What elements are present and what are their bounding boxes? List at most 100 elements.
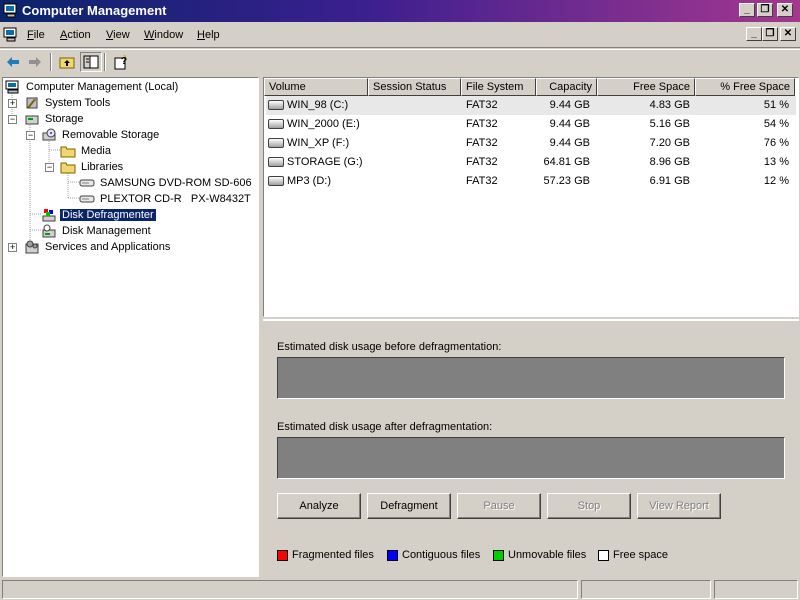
pause-button[interactable]: Pause xyxy=(457,493,541,519)
table-row[interactable]: WIN_XP (F:) FAT32 9.44 GB 7.20 GB 76 % xyxy=(266,134,796,153)
before-label: Estimated disk usage before defragmentat… xyxy=(277,341,502,353)
table-row[interactable]: WIN_2000 (E:) FAT32 9.44 GB 5.16 GB 54 % xyxy=(266,115,796,134)
console-tree-icon xyxy=(83,55,99,69)
mdi-close-button[interactable]: ✕ xyxy=(780,27,796,41)
help-icon: ? xyxy=(114,54,127,70)
tree-node-storage[interactable]: Storage xyxy=(24,111,86,127)
status-panel xyxy=(581,580,711,599)
tree-label: Libraries xyxy=(81,161,124,173)
show-hide-console-tree-button[interactable] xyxy=(80,52,102,72)
legend-label: Fragmented files xyxy=(292,549,374,561)
pct-cell: 51 % xyxy=(763,99,789,111)
after-usage-bar xyxy=(277,437,785,479)
legend-free: Free space xyxy=(598,549,668,561)
column-header-capacity[interactable]: Capacity xyxy=(536,78,597,96)
forward-button[interactable] xyxy=(24,52,46,72)
volume-name: WIN_2000 (E:) xyxy=(287,118,360,130)
volume-name: WIN_98 (C:) xyxy=(287,99,349,111)
tree-node-cdr-drive[interactable]: PLEXTOR CD-R PX-W8432T xyxy=(79,191,253,207)
mdi-minimize-button[interactable]: _ xyxy=(746,27,762,41)
column-header-free-space[interactable]: Free Space xyxy=(597,78,695,96)
tree-label: Media xyxy=(81,145,111,157)
legend-fragmented: Fragmented files xyxy=(277,549,374,561)
status-bar xyxy=(0,579,800,600)
tree-node-media[interactable]: Media xyxy=(60,143,113,159)
legend-label: Unmovable files xyxy=(508,549,587,561)
defragment-button[interactable]: Defragment xyxy=(367,493,451,519)
close-button[interactable]: ✕ xyxy=(777,3,793,17)
tree-node-libraries[interactable]: Libraries xyxy=(60,159,125,175)
toolbar-separator xyxy=(50,53,52,71)
tree-node-system-tools[interactable]: System Tools xyxy=(24,95,112,111)
svg-text:?: ? xyxy=(121,56,127,67)
free-cell: 6.91 GB xyxy=(649,175,690,187)
tree-label: PLEXTOR CD-R PX-W8432T xyxy=(100,193,251,205)
hard-drive-icon xyxy=(268,138,284,149)
table-row[interactable]: WIN_98 (C:) FAT32 9.44 GB 4.83 GB 51 % xyxy=(266,96,796,115)
tree-node-disk-defragmenter[interactable]: Disk Defragmenter xyxy=(41,207,157,223)
defragmenter-panel: Estimated disk usage before defragmentat… xyxy=(263,319,799,577)
volume-cell: WIN_XP (F:) xyxy=(268,137,349,149)
mdi-restore-button[interactable]: ❐ xyxy=(762,27,778,41)
back-button[interactable] xyxy=(2,52,24,72)
tree-node-removable-storage[interactable]: Removable Storage xyxy=(41,127,161,143)
restore-button[interactable]: ❐ xyxy=(757,3,773,17)
column-header-percent-free[interactable]: % Free Space xyxy=(695,78,795,96)
system-tools-icon xyxy=(26,97,38,109)
tree-node-services[interactable]: Services and Applications xyxy=(24,239,172,255)
computer-management-icon xyxy=(3,3,17,18)
expand-toggle[interactable]: + xyxy=(8,243,17,252)
tree-node-dvd-drive[interactable]: SAMSUNG DVD-ROM SD-606 xyxy=(79,175,254,191)
view-report-button[interactable]: View Report xyxy=(637,493,721,519)
forward-arrow-icon xyxy=(29,57,41,67)
mdi-child-icon[interactable] xyxy=(3,27,19,42)
capacity-cell: 9.44 GB xyxy=(549,118,590,130)
collapse-toggle[interactable]: − xyxy=(26,131,35,140)
menu-view[interactable]: View xyxy=(106,29,130,41)
volume-list[interactable]: Volume Session Status File System Capaci… xyxy=(263,77,799,317)
volume-cell: STORAGE (G:) xyxy=(268,156,363,168)
column-header-volume[interactable]: Volume xyxy=(264,78,368,96)
collapse-toggle[interactable]: − xyxy=(45,163,54,172)
tree-node-disk-management[interactable]: Disk Management xyxy=(41,223,153,239)
volume-name: MP3 (D:) xyxy=(287,175,331,187)
pct-cell: 13 % xyxy=(763,156,789,168)
computer-icon xyxy=(5,80,19,94)
free-cell: 5.16 GB xyxy=(649,118,690,130)
help-button[interactable]: ? xyxy=(110,52,132,72)
menu-action[interactable]: Action xyxy=(60,29,91,41)
legend-label: Free space xyxy=(613,549,669,561)
free-swatch xyxy=(598,549,609,561)
volume-cell: WIN_2000 (E:) xyxy=(268,118,360,130)
menu-file[interactable]: File xyxy=(27,29,45,41)
column-header-file-system[interactable]: File System xyxy=(461,78,536,96)
fs-cell: FAT32 xyxy=(466,156,498,168)
stop-button[interactable]: Stop xyxy=(547,493,631,519)
tree-label: Disk Defragmenter xyxy=(59,208,157,222)
services-icon xyxy=(25,240,39,254)
minimize-button[interactable]: _ xyxy=(739,3,755,17)
table-row[interactable]: STORAGE (G:) FAT32 64.81 GB 8.96 GB 13 % xyxy=(266,153,796,172)
table-row[interactable]: MP3 (D:) FAT32 57.23 GB 6.91 GB 12 % xyxy=(266,172,796,191)
analyze-button[interactable]: Analyze xyxy=(277,493,361,519)
menu-window[interactable]: Window xyxy=(144,29,183,41)
free-cell: 8.96 GB xyxy=(649,156,690,168)
volume-name: WIN_XP (F:) xyxy=(287,137,350,149)
up-one-level-button[interactable] xyxy=(56,52,78,72)
status-panel xyxy=(2,580,578,599)
capacity-cell: 64.81 GB xyxy=(543,156,590,168)
capacity-cell: 57.23 GB xyxy=(543,175,590,187)
menu-help[interactable]: Help xyxy=(197,29,220,41)
disk-management-icon xyxy=(42,224,56,238)
console-tree[interactable]: Computer Management (Local) + System Too… xyxy=(2,77,259,577)
tree-node-root[interactable]: Computer Management (Local) xyxy=(5,79,180,95)
collapse-toggle[interactable]: − xyxy=(8,115,17,124)
hard-drive-icon xyxy=(268,157,284,168)
column-header-session-status[interactable]: Session Status xyxy=(368,78,461,96)
title-bar[interactable]: Computer Management _ ❐ ✕ xyxy=(0,0,800,22)
fs-cell: FAT32 xyxy=(466,99,498,111)
volume-cell: WIN_98 (C:) xyxy=(268,99,348,111)
expand-toggle[interactable]: + xyxy=(8,99,17,108)
optical-drive-icon xyxy=(79,179,95,187)
tree-label: Storage xyxy=(45,113,84,125)
